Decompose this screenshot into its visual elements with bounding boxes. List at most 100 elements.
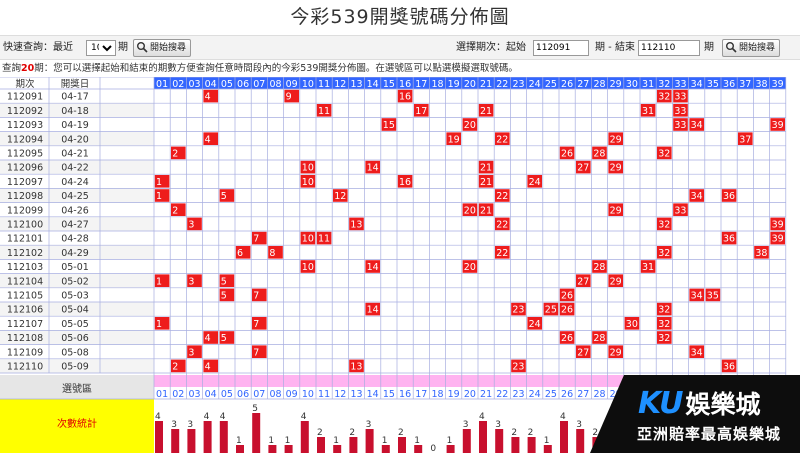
stat-value: 3	[463, 420, 469, 430]
select-number[interactable]: 07	[253, 389, 265, 400]
hit-number: 22	[496, 134, 508, 145]
select-number[interactable]: 08	[269, 389, 281, 400]
hit-number: 4	[205, 134, 211, 145]
select-number[interactable]: 15	[383, 389, 395, 400]
hit-number: 3	[188, 347, 194, 358]
row-date: 04-26	[61, 205, 89, 216]
stat-value: 1	[333, 436, 339, 446]
hit-number: 27	[577, 347, 589, 358]
select-number[interactable]: 24	[529, 389, 541, 400]
stat-value: 4	[204, 412, 210, 422]
select-number[interactable]: 12	[334, 389, 346, 400]
stats-label: 次數統計	[57, 417, 97, 430]
col-header-number: 21	[480, 79, 492, 90]
col-header-number: 25	[545, 79, 557, 90]
row-period: 112096	[7, 163, 43, 174]
select-number[interactable]: 10	[302, 389, 314, 400]
row-date: 04-17	[61, 92, 89, 103]
row-period: 112094	[7, 134, 43, 145]
recent-periods-select[interactable]: 10	[86, 40, 116, 56]
hit-number: 21	[480, 106, 492, 117]
stat-value: 4	[301, 412, 307, 422]
stat-bar	[365, 429, 374, 453]
row-period: 112095	[7, 149, 43, 160]
quick-search-label: 開始搜尋	[150, 43, 187, 53]
hit-number: 20	[464, 205, 476, 216]
range-search-button[interactable]: 開始搜尋	[722, 39, 781, 57]
hit-number: 22	[496, 191, 508, 202]
hit-number: 13	[350, 220, 362, 231]
stat-bar	[300, 421, 309, 453]
row-date: 04-24	[61, 177, 89, 188]
range-start-input[interactable]	[533, 40, 589, 56]
col-header-number: 23	[512, 79, 524, 90]
select-number[interactable]: 19	[448, 389, 460, 400]
range-unit-label: 期	[704, 42, 714, 53]
row-period: 112100	[7, 220, 43, 231]
row-date: 04-18	[61, 106, 89, 117]
stat-value: 4	[560, 412, 566, 422]
range-end-label: 期 - 結束	[595, 42, 635, 53]
stat-value: 1	[268, 436, 274, 446]
select-number[interactable]: 02	[172, 389, 184, 400]
select-number[interactable]: 06	[237, 389, 249, 400]
select-number[interactable]: 18	[431, 389, 443, 400]
col-header-number: 31	[642, 79, 654, 90]
select-number[interactable]: 17	[415, 389, 427, 400]
select-number[interactable]: 14	[367, 389, 379, 400]
col-header-date: 開獎日	[61, 78, 90, 90]
hit-number: 34	[691, 347, 703, 358]
select-number[interactable]: 26	[561, 389, 573, 400]
range-end-input[interactable]	[638, 40, 700, 56]
col-header-number: 06	[237, 79, 249, 90]
select-number[interactable]: 04	[205, 389, 217, 400]
ku-casino-banner[interactable]: KU 娛樂城 亞洲賠率最高娛樂城	[590, 375, 800, 453]
hit-number: 9	[286, 92, 292, 103]
hit-number: 21	[480, 177, 492, 188]
col-header-number: 29	[610, 79, 622, 90]
select-number[interactable]: 25	[545, 389, 557, 400]
row-period: 112109	[7, 347, 43, 358]
hit-number: 33	[674, 120, 686, 131]
stat-value: 1	[447, 436, 453, 446]
hit-number: 26	[561, 333, 573, 344]
hit-number: 32	[658, 248, 670, 259]
hit-number: 29	[610, 163, 622, 174]
select-number[interactable]: 05	[221, 389, 233, 400]
stat-value: 1	[382, 436, 388, 446]
brand-name-text: 娛樂城	[685, 390, 761, 419]
row-date: 05-03	[61, 291, 89, 302]
hit-number: 31	[642, 106, 654, 117]
select-number[interactable]: 21	[480, 389, 492, 400]
stat-bar	[171, 429, 180, 453]
select-number[interactable]: 20	[464, 389, 476, 400]
stat-bar	[479, 421, 487, 453]
col-header-number: 11	[318, 79, 330, 90]
hit-number: 17	[415, 106, 427, 117]
select-number[interactable]: 16	[399, 389, 411, 400]
col-header-period: 期次	[15, 78, 35, 90]
quick-search-button[interactable]: 開始搜尋	[133, 39, 192, 57]
select-number[interactable]: 27	[577, 389, 589, 400]
select-number[interactable]: 01	[156, 389, 168, 400]
hit-number: 7	[253, 319, 259, 330]
query-toolbar: 快速查詢：最近 10 期 開始搜尋 選擇期次：起始 期 - 結束 期 開始搜尋	[0, 35, 800, 60]
hit-number: 10	[302, 262, 314, 273]
col-header-number: 07	[253, 79, 265, 90]
stat-value: 0	[430, 444, 436, 453]
col-header-number: 12	[334, 79, 346, 90]
select-number[interactable]: 03	[188, 389, 200, 400]
hit-number: 29	[610, 347, 622, 358]
stat-bar	[349, 437, 358, 453]
col-header-number: 19	[448, 79, 460, 90]
select-number[interactable]: 22	[496, 389, 508, 400]
select-number[interactable]: 23	[512, 389, 524, 400]
select-number[interactable]: 09	[286, 389, 298, 400]
select-number[interactable]: 13	[350, 389, 362, 400]
select-number[interactable]: 11	[318, 389, 330, 400]
brand-ku-text: KU	[638, 386, 684, 421]
stat-value: 4	[155, 412, 161, 422]
row-date: 04-25	[61, 191, 89, 202]
info-prefix: 查詢	[2, 63, 22, 74]
stat-bar	[203, 421, 212, 453]
